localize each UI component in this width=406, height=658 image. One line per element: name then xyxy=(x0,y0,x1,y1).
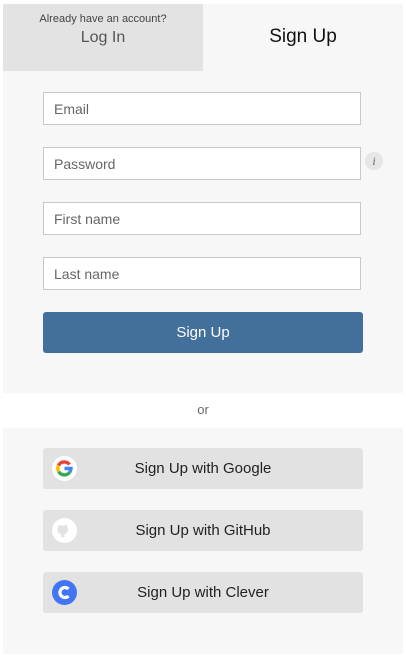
google-signup-button[interactable]: Sign Up with Google xyxy=(43,448,363,489)
clever-signup-button[interactable]: Sign Up with Clever xyxy=(43,572,363,613)
clever-label: Sign Up with Clever xyxy=(137,584,269,601)
login-prompt: Already have an account? xyxy=(39,13,167,25)
clever-icon xyxy=(52,580,77,605)
last-name-field[interactable] xyxy=(43,257,361,290)
login-label: Log In xyxy=(80,29,126,46)
signup-button[interactable]: Sign Up xyxy=(43,312,363,353)
github-icon xyxy=(52,518,77,543)
tab-signup[interactable]: Sign Up xyxy=(203,4,403,71)
google-icon xyxy=(52,456,77,481)
first-name-field[interactable] xyxy=(43,202,361,235)
password-field[interactable] xyxy=(43,147,361,180)
social-panel: Sign Up with Google Sign Up with GitHub … xyxy=(3,428,403,654)
info-icon[interactable]: i xyxy=(365,152,383,170)
tab-login[interactable]: Already have an account? Log In xyxy=(3,4,203,71)
or-divider: or xyxy=(197,402,209,417)
github-label: Sign Up with GitHub xyxy=(135,522,271,539)
google-label: Sign Up with Google xyxy=(134,460,272,477)
github-signup-button[interactable]: Sign Up with GitHub xyxy=(43,510,363,551)
signup-panel: Already have an account? Log In Sign Up … xyxy=(3,4,403,393)
email-field[interactable] xyxy=(43,92,361,125)
